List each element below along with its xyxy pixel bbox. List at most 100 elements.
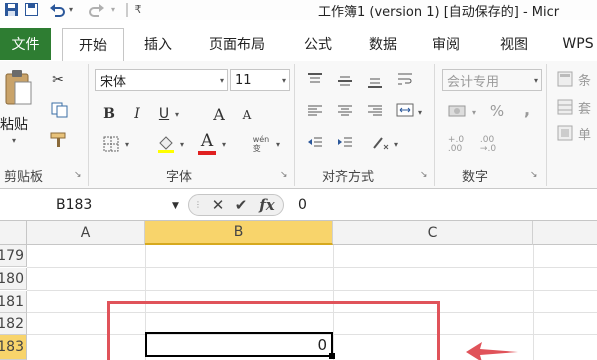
font-size-select[interactable]: 11 ▾ [230, 69, 290, 91]
align-center-icon[interactable] [334, 102, 356, 120]
shrink-font-button[interactable]: A [238, 106, 256, 124]
paste-label[interactable]: 粘贴 [0, 114, 28, 134]
tab-insert[interactable]: 插入 [132, 28, 184, 60]
decrease-decimal-button[interactable]: .00 →.0 [476, 134, 500, 156]
cancel-icon[interactable]: ✕ [210, 195, 226, 215]
currency-icon[interactable] [446, 102, 468, 120]
name-box-value: B183 [56, 197, 93, 213]
name-box-dropdown-icon[interactable]: ▼ [172, 201, 179, 211]
tab-view[interactable]: 视图 [488, 28, 540, 60]
clipboard-group-label: 剪贴板 [4, 170, 44, 185]
wrap-text-icon[interactable] [394, 70, 416, 88]
copy-icon[interactable] [48, 100, 72, 120]
customize-icon[interactable]: ₹ [133, 1, 143, 18]
gridline [533, 245, 534, 360]
excel-save-icon[interactable] [2, 1, 20, 18]
alignment-launcher-icon[interactable]: ↘ [420, 170, 428, 180]
number-format-select[interactable]: 会计专用 ▾ [442, 69, 542, 91]
grow-font-button[interactable]: A [210, 104, 228, 124]
merge-dropdown-icon[interactable]: ▾ [418, 108, 422, 117]
row-header-181[interactable]: 181 [0, 291, 27, 313]
name-box[interactable]: B183 [0, 194, 186, 216]
align-left-icon[interactable] [304, 102, 326, 120]
comma-button[interactable]: , [520, 100, 534, 119]
drag-handle-icon[interactable]: ⋮ [194, 200, 202, 209]
font-color-button[interactable]: A [198, 131, 216, 151]
clipboard-launcher-icon[interactable]: ↘ [74, 170, 82, 180]
chevron-down-icon: ▾ [533, 76, 538, 85]
align-right-icon[interactable] [364, 102, 386, 120]
align-bottom-icon[interactable] [364, 74, 386, 92]
font-color-dropdown-icon[interactable]: ▾ [222, 140, 226, 149]
row-header-183[interactable]: 183 [0, 335, 27, 360]
redo-dropdown-icon[interactable]: ▾ [109, 1, 117, 18]
conditional-format-label[interactable]: 条 [578, 70, 591, 89]
chevron-down-icon: ▾ [219, 76, 224, 85]
row-header-179[interactable]: 179 [0, 245, 27, 267]
orientation-dropdown-icon[interactable]: ▾ [394, 140, 398, 149]
format-painter-icon[interactable] [48, 130, 70, 150]
phonetic-dropdown-icon[interactable]: ▾ [276, 140, 280, 149]
enter-icon[interactable]: ✔ [233, 195, 249, 215]
select-all-corner[interactable] [0, 221, 27, 245]
cut-icon[interactable]: ✂ [48, 70, 68, 90]
format-as-table-icon[interactable] [556, 98, 574, 116]
merge-center-icon[interactable] [394, 100, 416, 120]
tab-wps[interactable]: WPS [556, 28, 597, 60]
paste-dropdown-icon[interactable]: ▾ [12, 136, 16, 145]
decrease-indent-icon[interactable] [304, 134, 326, 152]
fill-color-dropdown-icon[interactable]: ▾ [180, 140, 184, 149]
percent-button[interactable]: % [488, 102, 506, 120]
align-top-icon[interactable] [304, 70, 326, 88]
group-separator [546, 64, 547, 186]
tab-file[interactable]: 文件 [0, 28, 51, 60]
font-group-label: 字体 [166, 170, 193, 185]
redo-icon[interactable] [88, 1, 106, 18]
undo-dropdown-icon[interactable]: ▾ [67, 1, 75, 18]
font-size-value: 11 [235, 72, 252, 88]
number-format-value: 会计专用 [447, 74, 500, 90]
row-header-182[interactable]: 182 [0, 313, 27, 335]
excel-window: ▾ ▾ ₹ 工作簿1 (version 1) [自动保存的] - Micr 文件… [0, 0, 597, 360]
tab-page-layout[interactable]: 页面布局 [196, 28, 278, 60]
tab-data[interactable]: 数据 [357, 28, 409, 60]
gridline [27, 267, 597, 268]
cell-styles-label[interactable]: 单 [578, 124, 591, 143]
row-header-180[interactable]: 180 [0, 268, 27, 290]
currency-dropdown-icon[interactable]: ▾ [472, 108, 476, 117]
column-header-b[interactable]: B [145, 221, 333, 245]
annotation-highlight [107, 301, 440, 360]
undo-icon[interactable] [48, 1, 66, 18]
number-launcher-icon[interactable]: ↘ [530, 170, 538, 180]
orientation-icon[interactable] [370, 134, 392, 152]
tab-formulas[interactable]: 公式 [292, 28, 344, 60]
column-header-c[interactable]: C [333, 221, 533, 245]
column-header-a[interactable]: A [27, 221, 145, 245]
increase-decimal-button[interactable]: +.0.00 [444, 134, 468, 156]
format-as-table-label[interactable]: 套 [578, 98, 591, 117]
align-middle-icon[interactable] [334, 72, 356, 90]
font-launcher-icon[interactable]: ↘ [280, 170, 288, 180]
border-icon[interactable] [100, 134, 122, 154]
annotation-arrow-icon [466, 342, 518, 360]
phonetic-button[interactable]: wén 变 [248, 132, 274, 156]
save-icon[interactable] [24, 1, 38, 18]
tab-review[interactable]: 审阅 [420, 28, 472, 60]
bold-button[interactable]: B [100, 104, 118, 124]
cell-styles-icon[interactable] [556, 124, 574, 142]
italic-button[interactable]: I [128, 104, 146, 124]
tab-home[interactable]: 开始 [62, 28, 124, 62]
underline-dropdown-icon[interactable]: ▾ [175, 110, 179, 119]
font-color-swatch [198, 151, 216, 155]
insert-function-icon[interactable]: fx [258, 195, 276, 215]
alignment-group-label: 对齐方式 [322, 170, 375, 185]
increase-indent-icon[interactable] [334, 134, 356, 152]
font-name-select[interactable]: 宋体 ▾ [95, 69, 228, 91]
chevron-down-icon: ▾ [281, 76, 286, 85]
conditional-format-icon[interactable] [556, 70, 574, 88]
border-dropdown-icon[interactable]: ▾ [125, 140, 129, 149]
formula-input[interactable]: 0 [284, 194, 597, 216]
underline-button[interactable]: U [155, 104, 173, 124]
paste-icon[interactable] [0, 66, 36, 110]
fill-color-icon[interactable] [155, 134, 177, 154]
